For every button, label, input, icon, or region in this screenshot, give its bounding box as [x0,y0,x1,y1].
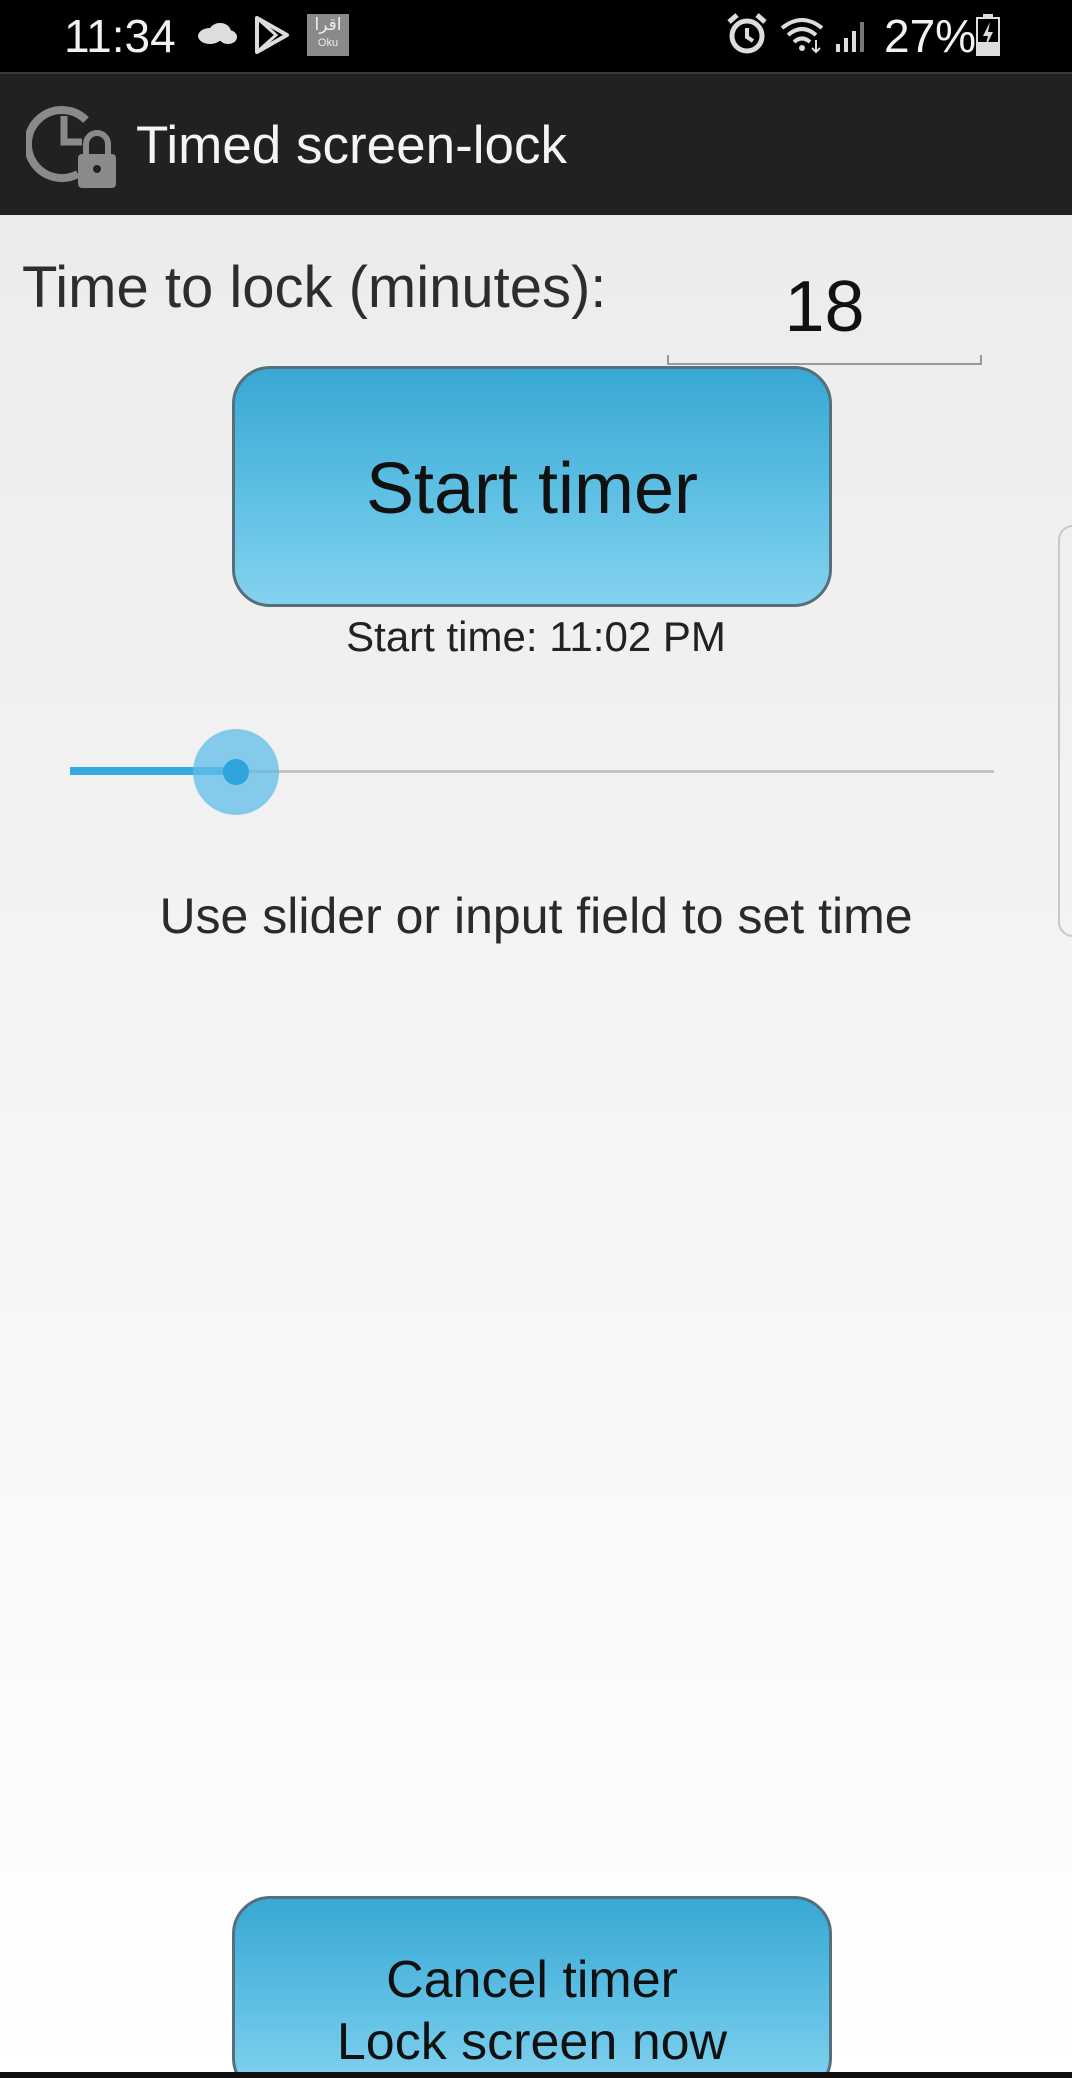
alarm-icon [726,12,768,61]
action-bar: Timed screen-lock [0,72,1072,215]
main-content: Time to lock (minutes): 18 Start timer S… [0,215,1072,2078]
signal-icon [834,16,870,59]
battery-percent: 27% [884,10,977,62]
status-time: 11:34 [64,10,176,62]
iqra-label-bottom: Oku [317,37,339,49]
cloud-icon [196,22,238,51]
bottom-edge [0,2072,1072,2078]
start-time-text: Start time: 11:02 PM [346,613,726,660]
cancel-lock-label: Cancel timer Lock screen now [235,1949,829,2073]
cancel-lock-button[interactable]: Cancel timer Lock screen now [232,1896,832,2078]
iqra-label-top: اقرا [314,15,342,35]
hint-text: Use slider or input field to set time [159,888,913,944]
battery-charging-icon [976,14,1000,61]
input-underline-right [980,355,982,365]
clock-lock-icon [24,96,126,196]
status-bar: 11:34 اقرا Oku 27% [0,0,1072,72]
start-timer-button[interactable]: Start timer [232,366,832,607]
play-store-icon [254,16,290,59]
cancel-timer-line: Cancel timer [386,1951,678,2009]
lock-screen-now-line: Lock screen now [336,2013,728,2071]
minutes-value[interactable]: 18 [667,267,982,347]
wifi-icon [778,14,826,59]
iqra-app-icon: اقرا Oku [307,14,349,56]
input-underline-left [667,355,669,365]
time-to-lock-label: Time to lock (minutes): [22,255,607,320]
minutes-input[interactable]: 18 [667,245,982,365]
slider-thumb[interactable] [223,759,249,785]
app-title: Timed screen-lock [136,116,567,175]
start-timer-label: Start timer [365,449,699,529]
edge-panel-handle[interactable] [1058,525,1072,937]
time-slider[interactable] [70,727,994,817]
